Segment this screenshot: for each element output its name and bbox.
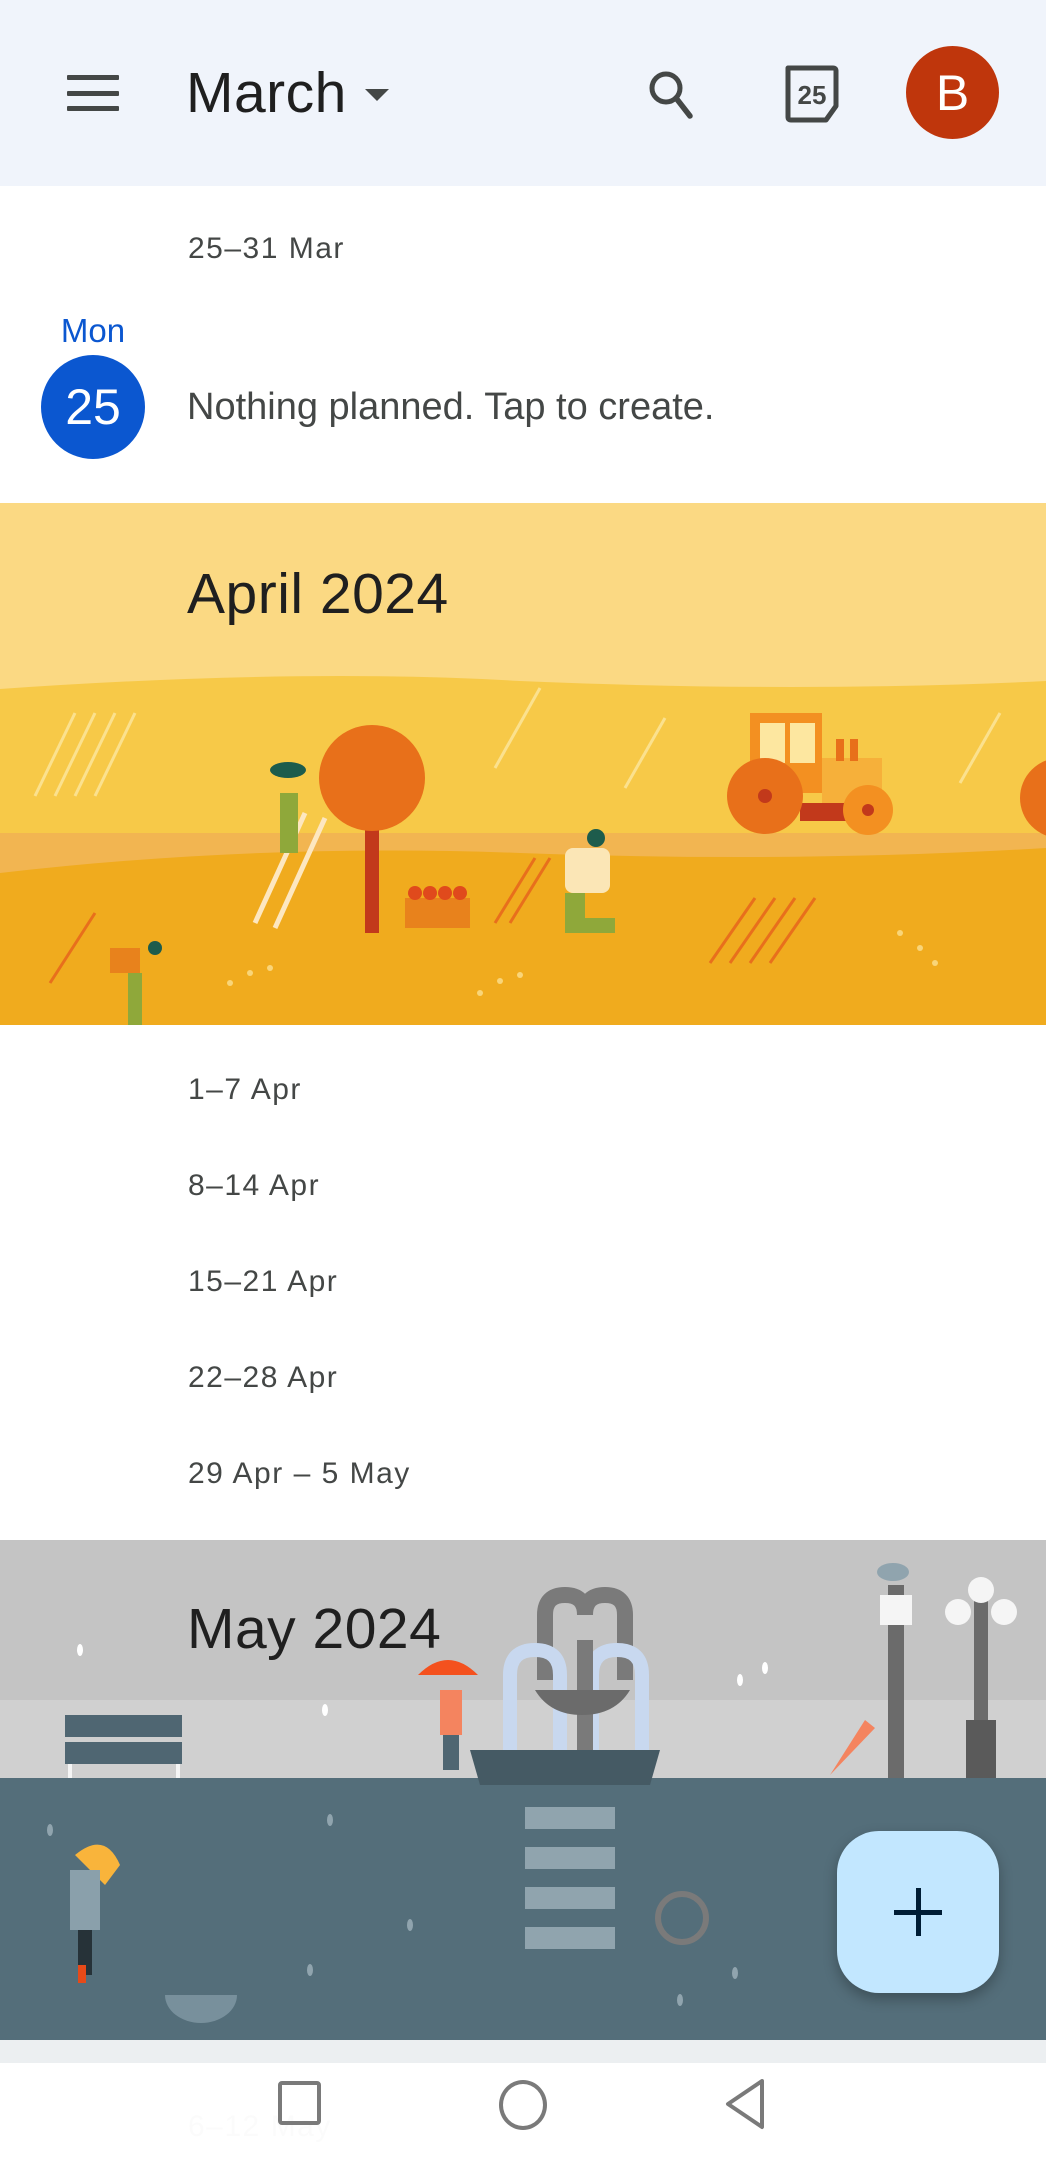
plus-icon	[894, 1888, 942, 1936]
april-banner-title: April 2024	[187, 562, 449, 626]
may-banner-title: May 2024	[187, 1597, 442, 1661]
system-navigation-bar	[0, 2063, 1046, 2160]
week-label[interactable]: 8–14 Apr	[188, 1169, 320, 1203]
week-label[interactable]: 1–7 Apr	[188, 1073, 302, 1107]
home-circle-icon[interactable]	[499, 2080, 547, 2130]
today-day-number: 25	[798, 80, 827, 110]
week-label[interactable]: 15–21 Apr	[188, 1265, 338, 1299]
app-header: March 25 B	[0, 0, 1046, 186]
calendar-today-icon: 25	[785, 65, 839, 123]
nav-bar-fade	[0, 2040, 1046, 2063]
empty-day-message[interactable]: Nothing planned. Tap to create.	[187, 386, 714, 429]
april-month-banner: April 2024	[0, 503, 1046, 1025]
weekday-label: Mon	[60, 312, 126, 349]
week-label[interactable]: 22–28 Apr	[188, 1361, 338, 1395]
today-button[interactable]: 25	[778, 62, 846, 126]
week-label[interactable]: 25–31 Mar	[188, 232, 345, 266]
account-avatar[interactable]: B	[906, 46, 999, 139]
back-triangle-icon[interactable]	[722, 2077, 768, 2131]
create-event-button[interactable]	[837, 1831, 999, 1993]
search-icon	[649, 71, 693, 119]
hamburger-menu-icon[interactable]	[60, 66, 126, 120]
week-label[interactable]: 29 Apr – 5 May	[188, 1457, 411, 1491]
today-date-badge: 25	[41, 355, 145, 459]
month-selector[interactable]: March	[186, 58, 389, 128]
day-row-today[interactable]: Mon 25 Nothing planned. Tap to create.	[0, 300, 1046, 480]
recents-square-icon[interactable]	[278, 2081, 321, 2125]
harvest-illustration	[0, 676, 1046, 1025]
caret-down-icon	[364, 89, 389, 101]
avatar-initial: B	[935, 64, 970, 121]
search-button[interactable]	[640, 62, 704, 126]
month-title: March	[186, 61, 347, 125]
